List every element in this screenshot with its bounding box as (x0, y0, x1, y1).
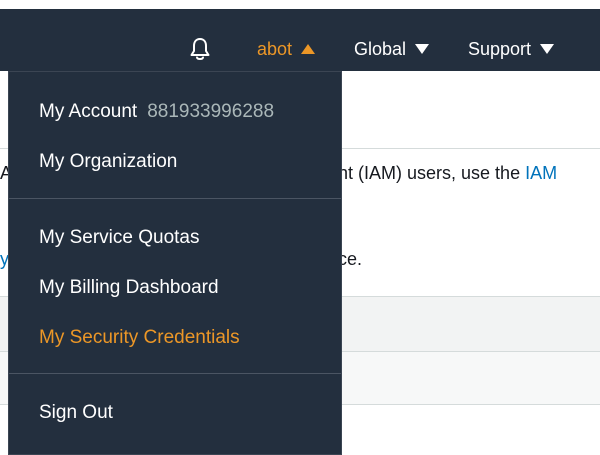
background-text: ent (IAM) users, use the (328, 163, 526, 183)
background-text-line: ent (IAM) users, use the IAM (328, 163, 557, 184)
top-navigation-bar: abot Global Support (0, 0, 600, 71)
menu-item-sign-out[interactable]: Sign Out (39, 402, 113, 424)
menu-item-my-security-credentials[interactable]: My Security Credentials (39, 327, 240, 349)
caret-down-icon (415, 44, 430, 54)
menu-item-my-billing-dashboard[interactable]: My Billing Dashboard (39, 277, 219, 299)
caret-up-icon (301, 44, 316, 54)
menu-item-my-organization[interactable]: My Organization (39, 151, 177, 173)
menu-divider (9, 198, 341, 199)
support-menu-label: Support (468, 38, 532, 59)
bell-icon (190, 38, 210, 60)
region-menu-button[interactable]: Global (354, 18, 430, 80)
caret-down-icon (540, 44, 555, 54)
menu-item-label: My Account (39, 101, 138, 122)
support-menu-button[interactable]: Support (468, 18, 555, 80)
menu-divider (9, 373, 341, 374)
account-id: 881933996288 (147, 101, 275, 122)
iam-link[interactable]: IAM (525, 163, 557, 183)
region-menu-label: Global (354, 38, 407, 59)
account-dropdown-menu: My Account 881933996288 My Organization M… (8, 71, 342, 455)
menu-item-my-service-quotas[interactable]: My Service Quotas (39, 227, 200, 249)
account-menu-label: abot (257, 38, 293, 59)
menu-item-my-account[interactable]: My Account 881933996288 (39, 101, 274, 123)
